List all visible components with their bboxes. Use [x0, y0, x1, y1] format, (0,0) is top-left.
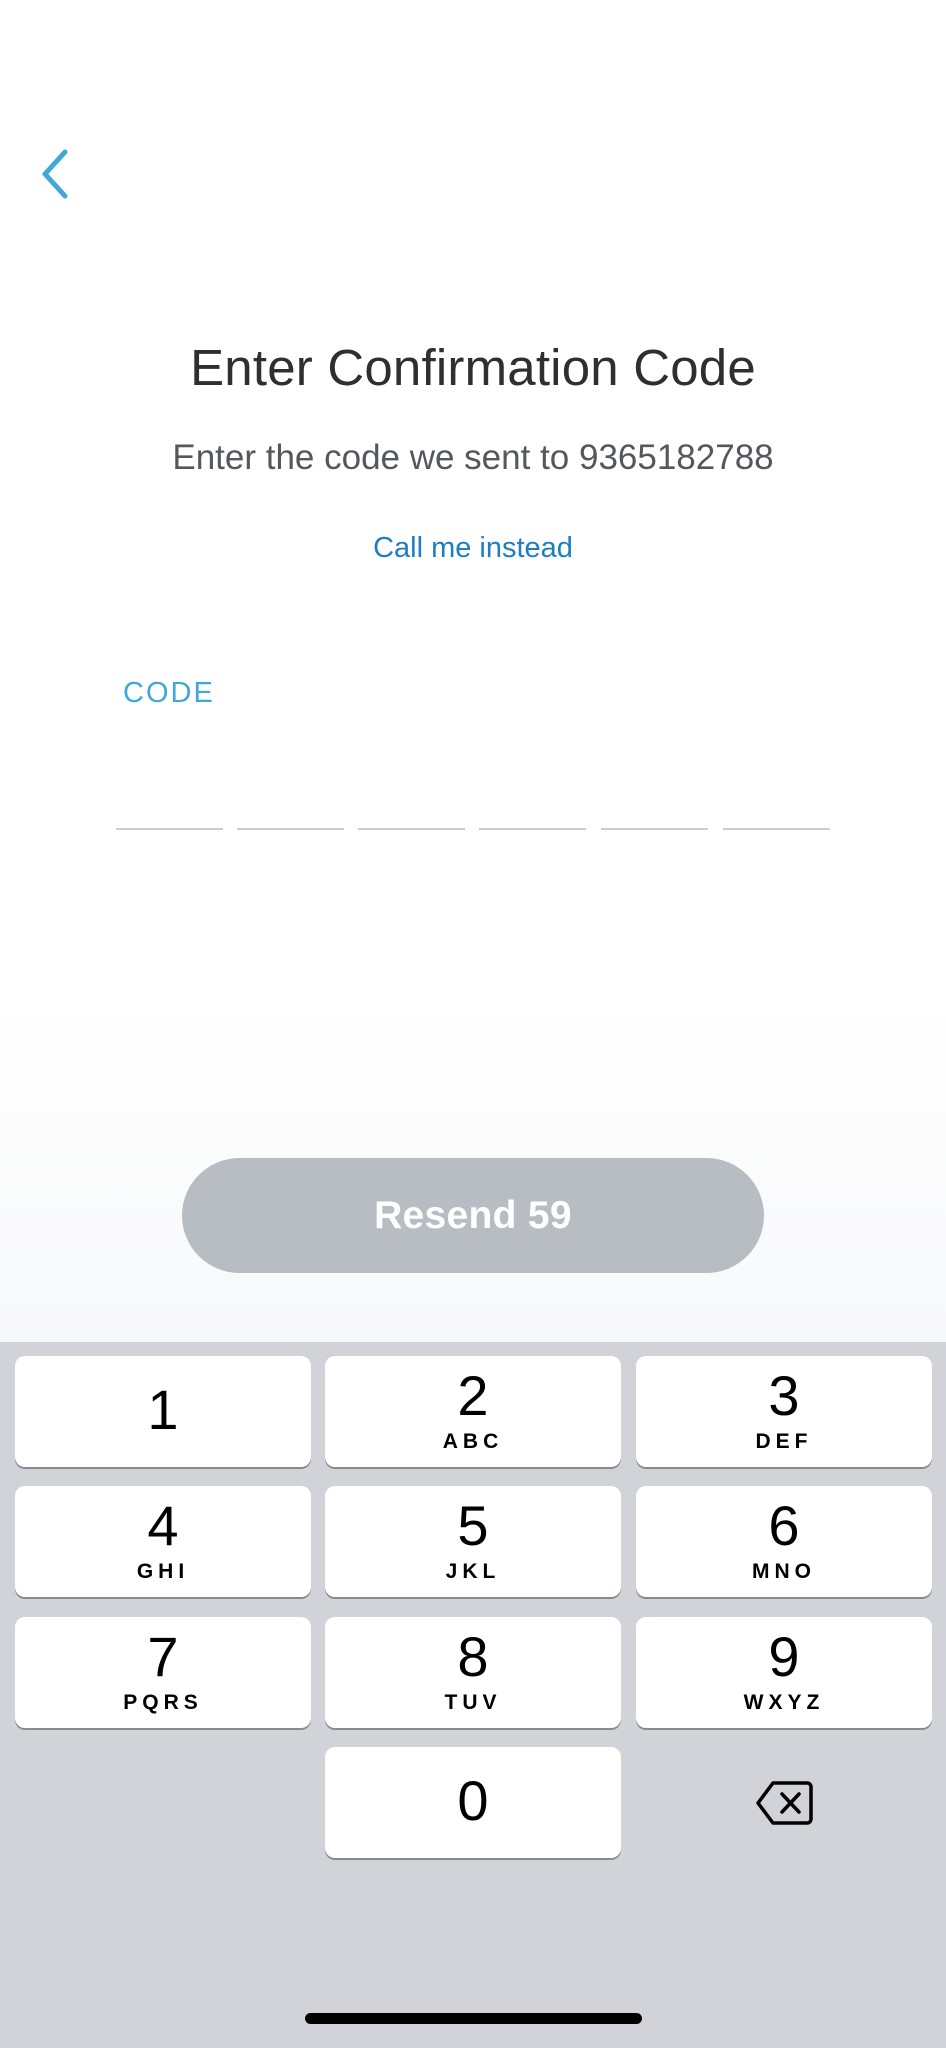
key-4-letters: GHI — [136, 1560, 190, 1583]
key-5-letters: JKL — [445, 1560, 501, 1583]
back-button[interactable] — [30, 140, 78, 208]
key-6-letters: MNO — [752, 1560, 816, 1583]
code-digit-slot-3[interactable] — [358, 828, 465, 830]
key-5-digit: 5 — [457, 1494, 489, 1557]
key-0-digit: 0 — [457, 1769, 489, 1832]
backspace-icon — [756, 1780, 813, 1825]
key-2[interactable]: 2 ABC — [325, 1356, 621, 1467]
chevron-left-icon — [42, 149, 68, 199]
key-7-letters: PQRS — [123, 1691, 203, 1714]
key-1[interactable]: 1 — [15, 1356, 311, 1467]
code-label: CODE — [123, 677, 215, 709]
code-digit-slot-1[interactable] — [116, 828, 223, 830]
key-0[interactable]: 0 — [325, 1747, 621, 1858]
key-2-digit: 2 — [457, 1364, 489, 1427]
delete-key[interactable] — [636, 1747, 932, 1858]
code-digit-slot-4[interactable] — [479, 828, 586, 830]
confirmation-screen: Enter Confirmation Code Enter the code w… — [0, 0, 946, 2048]
resend-button[interactable]: Resend 59 — [182, 1158, 764, 1273]
key-1-digit: 1 — [147, 1378, 179, 1441]
key-4-digit: 4 — [147, 1494, 179, 1557]
key-6-digit: 6 — [768, 1494, 800, 1557]
home-indicator — [305, 2013, 642, 2024]
key-8-digit: 8 — [457, 1625, 489, 1688]
key-8-letters: TUV — [444, 1691, 502, 1714]
numeric-keypad: 1 2 ABC 3 DEF 4 GHI 5 JKL 6 MNO 7 PQRS 8… — [0, 1342, 946, 2048]
instruction-text: Enter the code we sent to 9365182788 — [0, 438, 946, 478]
page-title: Enter Confirmation Code — [190, 339, 756, 396]
key-6[interactable]: 6 MNO — [636, 1486, 932, 1597]
key-2-letters: ABC — [442, 1430, 504, 1453]
key-9-digit: 9 — [768, 1625, 800, 1688]
code-digit-slot-2[interactable] — [237, 828, 344, 830]
key-4[interactable]: 4 GHI — [15, 1486, 311, 1597]
key-3-digit: 3 — [768, 1364, 800, 1427]
call-me-instead-link[interactable]: Call me instead — [0, 532, 946, 565]
code-digit-slot-5[interactable] — [601, 828, 708, 830]
key-7[interactable]: 7 PQRS — [15, 1617, 311, 1728]
key-3-letters: DEF — [755, 1430, 813, 1453]
phone-number: 9365182788 — [578, 438, 774, 477]
code-input[interactable] — [116, 828, 831, 832]
code-digit-slot-6[interactable] — [723, 828, 830, 830]
key-9[interactable]: 9 WXYZ — [636, 1617, 932, 1728]
key-7-digit: 7 — [147, 1625, 179, 1688]
key-8[interactable]: 8 TUV — [325, 1617, 621, 1728]
key-3[interactable]: 3 DEF — [636, 1356, 932, 1467]
instruction-prefix: Enter the code we sent to — [172, 438, 579, 477]
key-5[interactable]: 5 JKL — [325, 1486, 621, 1597]
key-9-letters: WXYZ — [743, 1691, 825, 1714]
